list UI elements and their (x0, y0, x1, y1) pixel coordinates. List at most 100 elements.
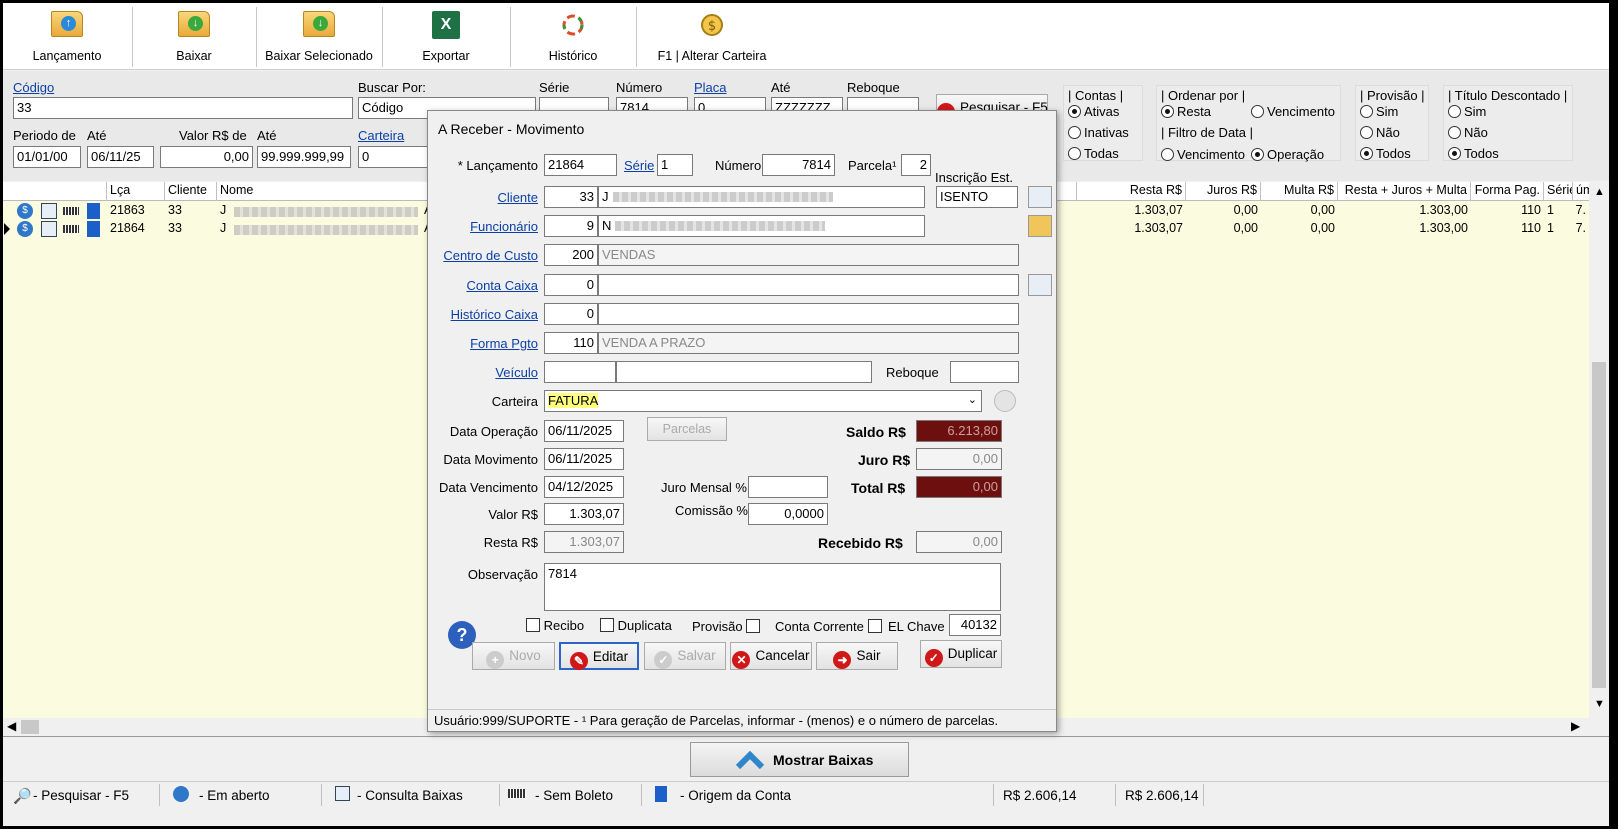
codigo-label[interactable]: Código (13, 80, 54, 95)
header-resta[interactable]: Resta R$ (1077, 182, 1186, 201)
serie-input[interactable]: 1 (657, 154, 693, 176)
historico-name-input[interactable] (598, 303, 1019, 325)
funcionario-link[interactable]: Funcionário (448, 219, 538, 234)
periodo-de-input[interactable]: 01/01/00 (13, 146, 81, 168)
editar-button[interactable]: ✎ Editar (559, 642, 639, 670)
el-chave-input[interactable]: 40132 (949, 614, 1001, 636)
duplicar-button[interactable]: ✓ Duplicar (920, 640, 1002, 668)
scroll-thumb[interactable] (1592, 362, 1606, 688)
header-lca[interactable]: Lça (107, 182, 165, 201)
veiculo-link[interactable]: Veículo (438, 365, 538, 380)
funcionario-name-input[interactable]: N (598, 215, 925, 237)
provisao-checkbox[interactable]: Provisão (692, 619, 761, 634)
ordenar-resta-radio[interactable]: Resta (1161, 104, 1211, 119)
conta-corrente-checkbox[interactable]: Conta Corrente (775, 619, 882, 634)
add-window-icon[interactable] (1028, 274, 1052, 296)
duplicata-checkbox[interactable]: Duplicata (600, 618, 672, 633)
cliente-code-input[interactable]: 33 (544, 186, 598, 208)
header-serie[interactable]: Série (1544, 182, 1573, 201)
cell-lca: 21864 (110, 221, 145, 235)
provisao-sim-radio[interactable]: Sim (1360, 104, 1398, 119)
vertical-scrollbar[interactable]: ▲ ▼ (1589, 182, 1609, 718)
cliente-link[interactable]: Cliente (448, 190, 538, 205)
sair-button[interactable]: ➜ Sair (816, 642, 898, 670)
ordenar-group: | Ordenar por | Resta Vencimento | Filtr… (1156, 85, 1341, 162)
parcela-input[interactable]: 2 (901, 154, 931, 176)
historico-button[interactable]: Histórico (511, 3, 635, 69)
header-juros[interactable]: Juros R$ (1186, 182, 1261, 201)
data-vencimento-input[interactable]: 04/12/2025 (544, 476, 624, 498)
valor-input[interactable]: 1.303,07 (544, 503, 624, 525)
inscricao-input[interactable]: ISENTO (936, 186, 1018, 208)
ordenar-vencimento-radio[interactable]: Vencimento (1251, 104, 1335, 119)
consulta-baixas-icon[interactable] (41, 221, 57, 237)
codigo-input[interactable]: 33 (13, 97, 353, 119)
filtro-operacao-radio[interactable]: Operação (1251, 147, 1324, 162)
historico-code-input[interactable]: 0 (544, 303, 598, 325)
salvar-button[interactable]: ✓ Salvar (644, 642, 726, 670)
header-total[interactable]: Resta + Juros + Multa (1338, 182, 1471, 201)
forma-code-input[interactable]: 110 (544, 332, 598, 354)
placa-label[interactable]: Placa (694, 80, 727, 95)
titulo-sim-radio[interactable]: Sim (1448, 104, 1486, 119)
contas-ativas-radio[interactable]: Ativas (1068, 104, 1119, 119)
mostrar-baixas-button[interactable]: Mostrar Baixas (690, 742, 909, 777)
clear-carteira-icon[interactable] (994, 390, 1016, 412)
filtro-vencimento-radio[interactable]: Vencimento (1161, 147, 1245, 162)
reboque-input[interactable] (950, 361, 1019, 383)
exportar-button[interactable]: X Exportar (383, 3, 509, 69)
data-movimento-input[interactable]: 06/11/2025 (544, 448, 624, 470)
veiculo-input[interactable] (544, 361, 616, 383)
parcelas-button[interactable]: Parcelas (647, 417, 727, 441)
novo-button[interactable]: + Novo (472, 642, 555, 670)
consulta-baixas-icon[interactable] (41, 203, 57, 219)
open-status-icon (173, 786, 189, 802)
titulo-todos-radio[interactable]: Todos (1448, 146, 1499, 161)
svg-text:$: $ (708, 19, 716, 34)
baixar-button[interactable]: ↓ Baixar (133, 3, 255, 69)
scroll-left-icon[interactable]: ◀ (7, 719, 16, 733)
valor-de-input[interactable]: 0,00 (160, 146, 253, 168)
juro-mensal-input[interactable] (748, 476, 828, 498)
header-forma[interactable]: Forma Pag. (1471, 182, 1544, 201)
centro-custo-link[interactable]: Centro de Custo (438, 248, 538, 263)
alterar-carteira-button[interactable]: $ F1 | Alterar Carteira (637, 3, 787, 69)
scroll-right-icon[interactable]: ▶ (1571, 719, 1580, 733)
cliente-name-input[interactable]: J (598, 186, 925, 208)
contas-inativas-radio[interactable]: Inativas (1068, 125, 1129, 140)
scroll-down-icon[interactable]: ▼ (1594, 698, 1605, 710)
add-window-icon[interactable] (1028, 186, 1052, 208)
lancamento-button[interactable]: ↑ Lançamento (3, 3, 131, 69)
header-cliente[interactable]: Cliente (165, 182, 217, 201)
scroll-up-icon[interactable]: ▲ (1594, 186, 1605, 198)
titulo-nao-radio[interactable]: Não (1448, 125, 1488, 140)
veiculo-desc-input[interactable] (616, 361, 872, 383)
conta-caixa-link[interactable]: Conta Caixa (438, 278, 538, 293)
historico-caixa-link[interactable]: Histórico Caixa (438, 307, 538, 322)
comissao-input[interactable]: 0,0000 (748, 503, 828, 525)
hscroll-thumb[interactable] (21, 720, 39, 734)
lancamento-input[interactable]: 21864 (544, 154, 617, 176)
baixar-selecionado-button[interactable]: ↓ Baixar Selecionado (257, 3, 381, 69)
provisao-nao-radio[interactable]: Não (1360, 125, 1400, 140)
data-operacao-input[interactable]: 06/11/2025 (544, 420, 624, 442)
conta-code-input[interactable]: 0 (544, 274, 598, 296)
centro-code-input[interactable]: 200 (544, 244, 598, 266)
serie-link[interactable]: Série (624, 158, 654, 173)
conta-name-input[interactable] (598, 274, 1019, 296)
periodo-ate-input[interactable]: 06/11/25 (87, 146, 154, 168)
carteira-label[interactable]: Carteira (358, 128, 404, 143)
forma-pgto-link[interactable]: Forma Pgto (438, 336, 538, 351)
cancelar-button[interactable]: ✕ Cancelar (730, 642, 812, 670)
provisao-todos-radio[interactable]: Todos (1360, 146, 1411, 161)
recibo-checkbox[interactable]: Recibo (526, 618, 584, 633)
carteira-input[interactable]: 0 (358, 146, 428, 168)
lock-icon[interactable] (1028, 215, 1052, 237)
observacao-textarea[interactable]: 7814 (544, 563, 1001, 611)
carteira-select[interactable]: FATURA ⌄ (544, 390, 982, 412)
header-multa[interactable]: Multa R$ (1261, 182, 1338, 201)
numero-input[interactable]: 7814 (762, 154, 835, 176)
contas-todas-radio[interactable]: Todas (1068, 146, 1119, 161)
funcionario-code-input[interactable]: 9 (544, 215, 598, 237)
valor-ate-input[interactable]: 99.999.999,99 (257, 146, 351, 168)
